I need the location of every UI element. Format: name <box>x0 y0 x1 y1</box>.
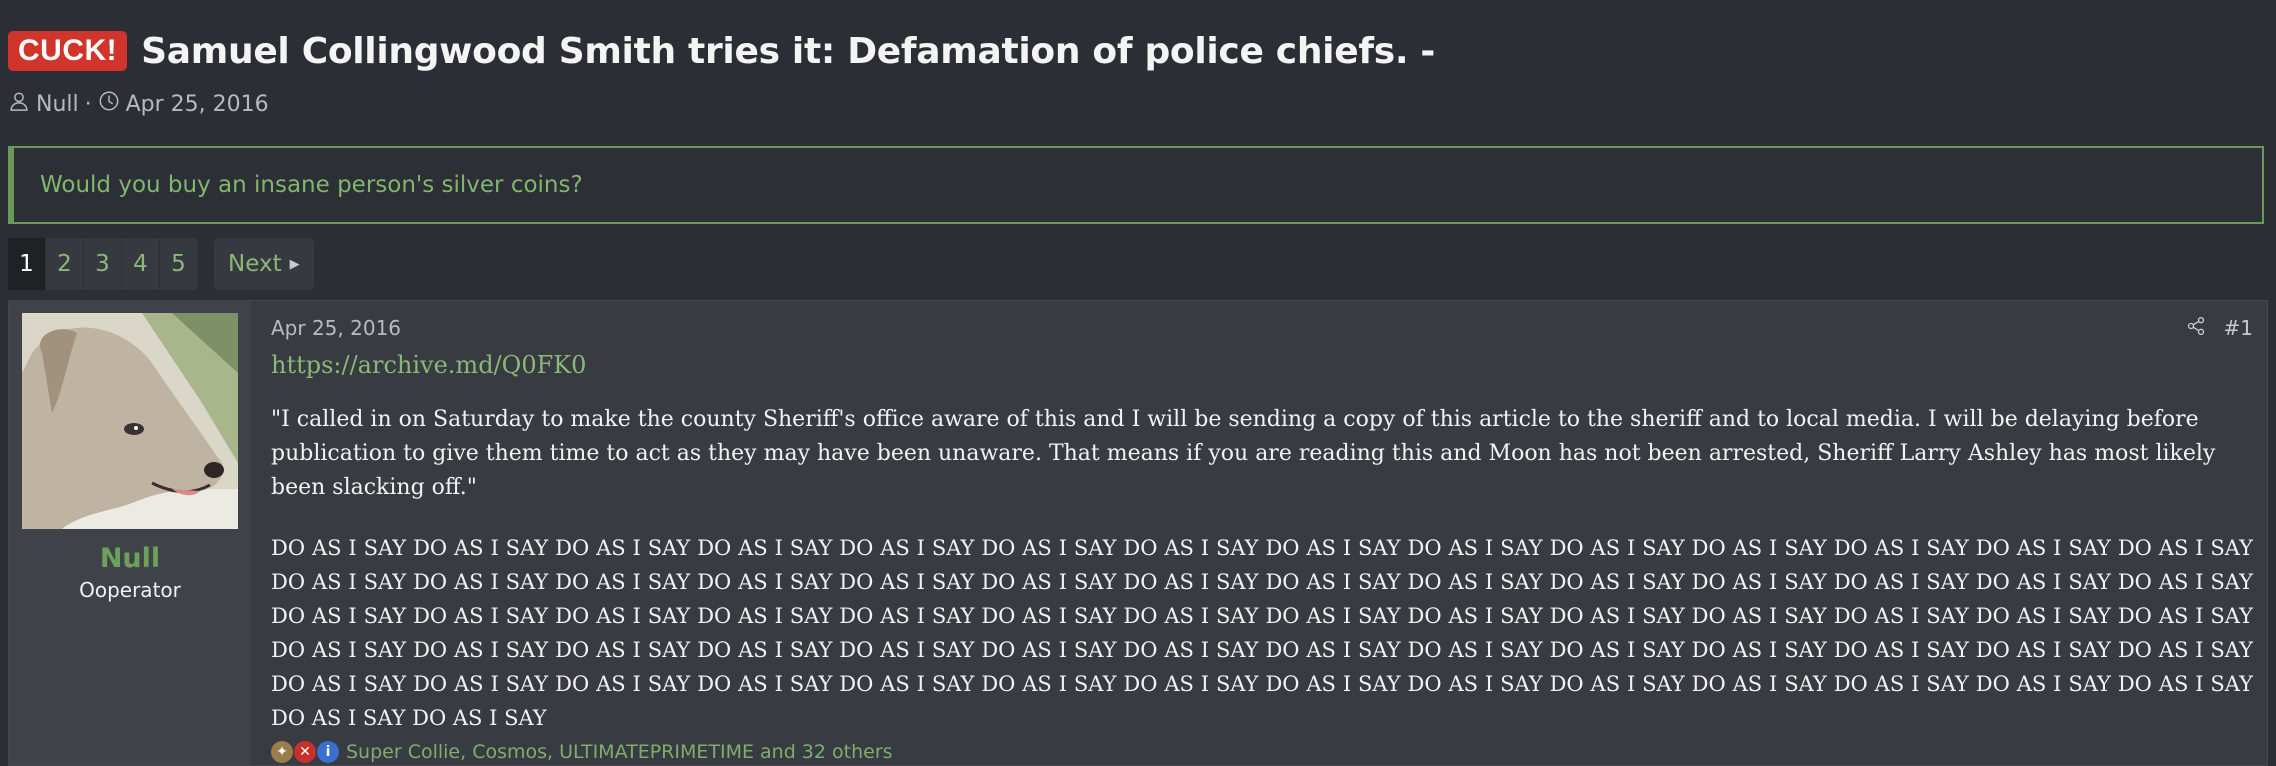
caret-right-icon: ▶ <box>289 256 300 272</box>
thread-notice: Would you buy an insane person's silver … <box>8 146 2264 224</box>
post-header: Apr 25, 2016 #1 <box>271 313 2253 343</box>
page-link-4[interactable]: 4 <box>122 238 160 290</box>
reaction-icons: ✦ ✕ i <box>271 741 340 763</box>
post-date[interactable]: Apr 25, 2016 <box>271 316 401 340</box>
reactions-summary[interactable]: Super Collie, Cosmos, ULTIMATEPRIMETIME … <box>346 741 893 763</box>
meta-separator: · <box>84 91 92 117</box>
post-number[interactable]: #1 <box>2224 316 2253 340</box>
avatar[interactable] <box>22 313 238 529</box>
thread-title: Samuel Collingwood Smith tries it: Defam… <box>141 30 1436 72</box>
share-icon[interactable] <box>2186 316 2206 341</box>
post-username[interactable]: Null <box>100 543 160 574</box>
post-quote: "I called in on Saturday to make the cou… <box>271 407 2216 500</box>
post-user-cell: Null Ooperator <box>9 301 251 765</box>
post-shout-text: DO AS I SAY DO AS I SAY DO AS I SAY DO A… <box>271 536 2253 730</box>
page-navigation: 1 2 3 4 5 Next ▶ <box>8 238 314 290</box>
post: Null Ooperator Apr 25, 2016 #1 https://a… <box>8 300 2268 766</box>
post-user-title: Ooperator <box>79 578 181 602</box>
next-label: Next <box>228 251 282 277</box>
page-links: 1 2 3 4 5 <box>8 238 198 290</box>
thread-date[interactable]: Apr 25, 2016 <box>126 92 269 117</box>
next-page-button[interactable]: Next ▶ <box>214 238 314 290</box>
x-icon: ✕ <box>294 741 316 763</box>
thread-meta: Null · Apr 25, 2016 <box>8 90 2268 118</box>
page-link-5[interactable]: 5 <box>160 238 198 290</box>
thread-author[interactable]: Null <box>36 92 79 117</box>
post-content: Apr 25, 2016 #1 https://archive.md/Q0FK0… <box>251 301 2267 765</box>
user-icon <box>8 90 30 118</box>
thread-header: CUCK! Samuel Collingwood Smith tries it:… <box>8 26 2268 118</box>
info-icon: i <box>317 741 339 763</box>
trophy-icon: ✦ <box>271 741 293 763</box>
post-actions: #1 <box>2186 316 2253 341</box>
title-row: CUCK! Samuel Collingwood Smith tries it:… <box>8 26 2268 76</box>
archive-link[interactable]: https://archive.md/Q0FK0 <box>271 351 2253 379</box>
thread-prefix-badge[interactable]: CUCK! <box>8 31 128 71</box>
notice-text: Would you buy an insane person's silver … <box>40 172 583 198</box>
page-link-1[interactable]: 1 <box>8 238 46 290</box>
clock-icon <box>98 90 120 118</box>
page-link-2[interactable]: 2 <box>46 238 84 290</box>
page-link-3[interactable]: 3 <box>84 238 122 290</box>
reactions-bar[interactable]: ✦ ✕ i Super Collie, Cosmos, ULTIMATEPRIM… <box>271 741 893 763</box>
